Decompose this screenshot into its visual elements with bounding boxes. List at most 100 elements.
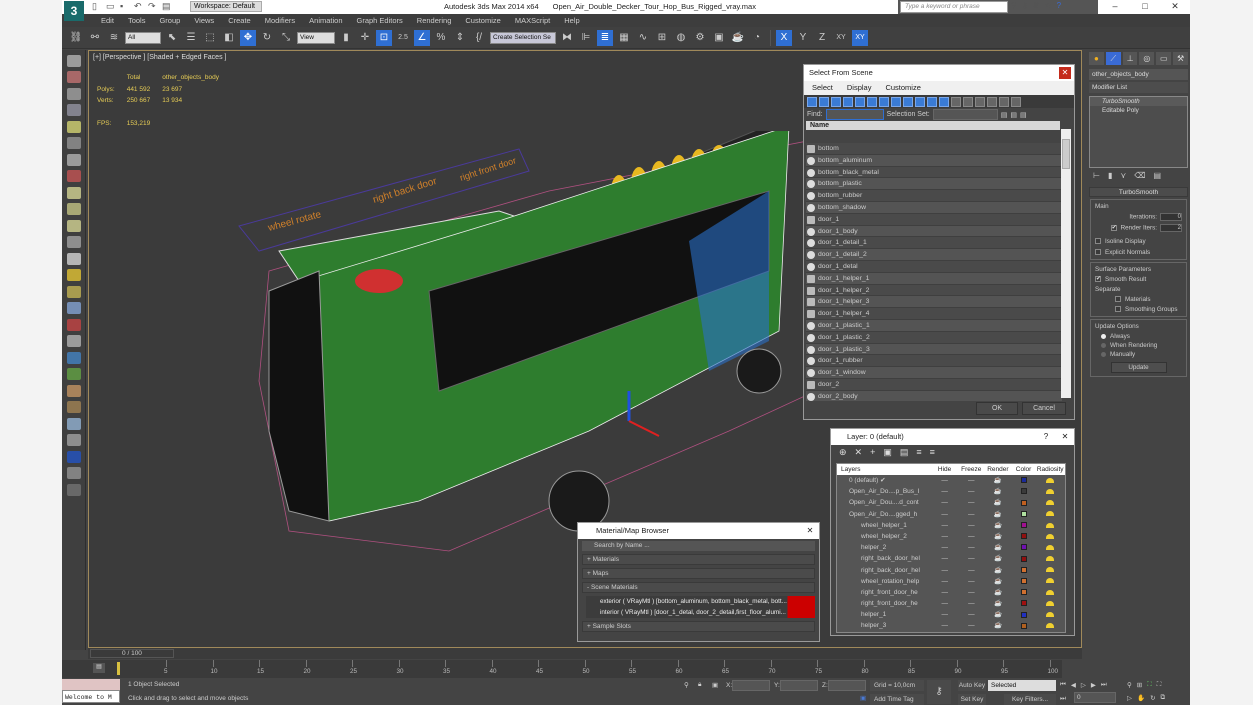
layer-color-swatch[interactable] bbox=[1012, 486, 1036, 497]
render-frame-tool-icon[interactable] bbox=[67, 71, 81, 83]
render-teapot-icon[interactable]: ☕ bbox=[984, 620, 1012, 631]
section-materials[interactable]: + Materials bbox=[582, 554, 815, 565]
object-row[interactable]: door_1_helper_1 bbox=[806, 272, 1062, 285]
set-key-mode-icon[interactable]: ⚷ bbox=[927, 680, 951, 704]
close-dialog-button[interactable]: ✕ bbox=[1059, 431, 1071, 443]
always-radio[interactable] bbox=[1101, 333, 1106, 339]
toggle-tool-icon[interactable] bbox=[67, 450, 81, 463]
maximize-button[interactable]: □ bbox=[1130, 0, 1160, 14]
color-swatch[interactable] bbox=[1020, 589, 1027, 596]
hide-all-icon[interactable]: ≡ bbox=[916, 447, 921, 457]
sun-tool-icon[interactable] bbox=[67, 269, 81, 281]
x-coord-field[interactable] bbox=[732, 680, 770, 691]
pin-stack-icon[interactable]: ⊢ bbox=[1093, 171, 1100, 181]
phone-tool-icon[interactable] bbox=[67, 467, 81, 479]
show-end-result-icon[interactable]: ▮ bbox=[1108, 171, 1112, 181]
layer-row[interactable]: helper_2 — — ☕ bbox=[837, 542, 1065, 553]
render-teapot-icon[interactable]: ☕ bbox=[984, 509, 1012, 520]
menu-group[interactable]: Group bbox=[152, 14, 187, 27]
render-teapot-icon[interactable]: ☕ bbox=[984, 587, 1012, 598]
layer-color-swatch[interactable] bbox=[1012, 531, 1036, 542]
menu-views[interactable]: Views bbox=[187, 14, 221, 27]
hide-toggle[interactable]: — bbox=[931, 565, 959, 576]
select-by-name-icon[interactable]: ☰ bbox=[183, 30, 199, 46]
render-teapot-icon[interactable]: ☕ bbox=[984, 553, 1012, 564]
object-name-field[interactable]: other_objects_body bbox=[1089, 69, 1188, 80]
menu-animation[interactable]: Animation bbox=[302, 14, 349, 27]
radiosity-bulb-icon[interactable] bbox=[1035, 565, 1065, 576]
materials-checkbox[interactable] bbox=[1115, 296, 1121, 303]
window-crossing-icon[interactable]: ◧ bbox=[221, 30, 237, 46]
freeze-toggle[interactable]: — bbox=[958, 497, 984, 508]
stack-item-turbosmooth[interactable]: TurboSmooth bbox=[1090, 97, 1187, 106]
stack-item-editable-poly[interactable]: Editable Poly bbox=[1090, 106, 1187, 115]
modify-tab-icon[interactable]: ⟋ bbox=[1105, 52, 1121, 65]
create-tab-icon[interactable]: ● bbox=[1089, 52, 1104, 65]
maxscript-welcome[interactable]: Welcome to M bbox=[62, 690, 120, 703]
menu-tools[interactable]: Tools bbox=[121, 14, 153, 27]
mini-curve-editor-icon[interactable]: ▤ bbox=[93, 663, 105, 673]
field-of-view-icon[interactable]: ▷ bbox=[1127, 694, 1132, 702]
freeze-toggle[interactable]: — bbox=[959, 587, 985, 598]
help-search-input[interactable]: Type a keyword or phrase bbox=[900, 1, 1008, 13]
col-radiosity[interactable]: Radiosity bbox=[1035, 464, 1065, 475]
hide-toggle[interactable]: — bbox=[931, 620, 959, 631]
key-mode-toggle-icon[interactable]: ⏭ bbox=[1060, 695, 1066, 703]
zoom-extents-all-icon[interactable]: ⛶ bbox=[1157, 681, 1162, 689]
freeze-toggle[interactable]: — bbox=[959, 542, 985, 553]
display-frozen-icon[interactable] bbox=[927, 96, 937, 107]
freeze-toggle[interactable]: — bbox=[959, 553, 985, 564]
select-move-icon[interactable]: ✥ bbox=[240, 29, 256, 46]
invert-display-icon[interactable] bbox=[975, 96, 985, 107]
motion-tab-icon[interactable]: ◎ bbox=[1139, 52, 1155, 65]
freeze-all-icon[interactable]: ≡ bbox=[930, 447, 935, 457]
section-sample-slots[interactable]: + Sample Slots bbox=[582, 621, 815, 632]
radiosity-bulb-icon[interactable] bbox=[1035, 475, 1065, 486]
maximize-viewport-icon[interactable]: ⧉ bbox=[1161, 694, 1166, 702]
display-all-icon[interactable] bbox=[951, 96, 961, 107]
render-teapot-icon[interactable]: ☕ bbox=[984, 598, 1012, 609]
col-render[interactable]: Render bbox=[984, 464, 1012, 475]
object-row[interactable]: bottom_black_metal bbox=[806, 166, 1062, 179]
pan-icon[interactable]: ✋ bbox=[1137, 694, 1145, 702]
object-row[interactable]: bottom_plastic bbox=[806, 178, 1062, 191]
layer-row[interactable]: wheel_helper_1 — — ☕ bbox=[837, 520, 1065, 531]
hide-toggle[interactable]: — bbox=[931, 509, 959, 520]
display-tab-icon[interactable]: ▭ bbox=[1156, 52, 1172, 65]
current-frame-field[interactable]: 0 bbox=[1074, 692, 1116, 703]
close-dialog-button[interactable]: ✕ bbox=[1059, 67, 1071, 79]
layer-row[interactable]: 0 (default) ✔ — — ☕ bbox=[837, 475, 1065, 486]
color-swatch[interactable] bbox=[1020, 522, 1027, 529]
zoom-icon[interactable]: ⚲ bbox=[1127, 681, 1132, 689]
layer-color-swatch[interactable] bbox=[1012, 587, 1036, 598]
align-icon[interactable]: ⊫ bbox=[578, 30, 594, 46]
material-exterior[interactable]: exterior ( VRayMtl ) [bottom_aluminum, b… bbox=[586, 596, 815, 607]
layer-color-swatch[interactable] bbox=[1012, 509, 1036, 520]
col-hide[interactable]: Hide bbox=[931, 464, 959, 475]
lock-selection-icon[interactable]: 🔒︎ bbox=[698, 681, 701, 689]
layer-row[interactable]: helper_3 — — ☕ bbox=[837, 620, 1065, 631]
freeze-toggle[interactable]: — bbox=[959, 531, 985, 542]
render-teapot-icon[interactable]: ☕ bbox=[984, 565, 1012, 576]
unlink-icon[interactable]: ⚯ bbox=[87, 30, 103, 46]
radiosity-bulb-icon[interactable] bbox=[1035, 620, 1065, 631]
display-containers-icon[interactable] bbox=[915, 96, 925, 107]
object-row[interactable]: door_1_detail_1 bbox=[806, 237, 1062, 250]
display-groups-icon[interactable] bbox=[879, 96, 889, 107]
display-spacewarps-icon[interactable] bbox=[867, 96, 877, 107]
smoothing-groups-checkbox[interactable] bbox=[1115, 306, 1121, 313]
hide-toggle[interactable]: — bbox=[931, 587, 959, 598]
update-button[interactable]: Update bbox=[1110, 362, 1167, 373]
turbosmooth-rollout-header[interactable]: TurboSmooth bbox=[1089, 187, 1188, 197]
snap-toggle-icon[interactable]: 2.5 bbox=[395, 30, 411, 46]
manipulate-icon[interactable]: ✛ bbox=[357, 30, 373, 46]
pan-tool-icon[interactable] bbox=[67, 153, 81, 166]
menu-maxscript[interactable]: MAXScript bbox=[508, 14, 557, 27]
y-coord-field[interactable] bbox=[780, 680, 818, 691]
make-unique-icon[interactable]: ⋎ bbox=[1120, 171, 1126, 181]
render-iters-spinner[interactable]: 2 bbox=[1160, 224, 1182, 232]
light-tool-icon[interactable] bbox=[67, 120, 81, 133]
highlight-layer-icon[interactable]: ▤ bbox=[900, 447, 909, 458]
freeze-toggle[interactable]: — bbox=[959, 565, 985, 576]
layer-row[interactable]: right_front_door_he — — ☕ bbox=[837, 598, 1065, 609]
